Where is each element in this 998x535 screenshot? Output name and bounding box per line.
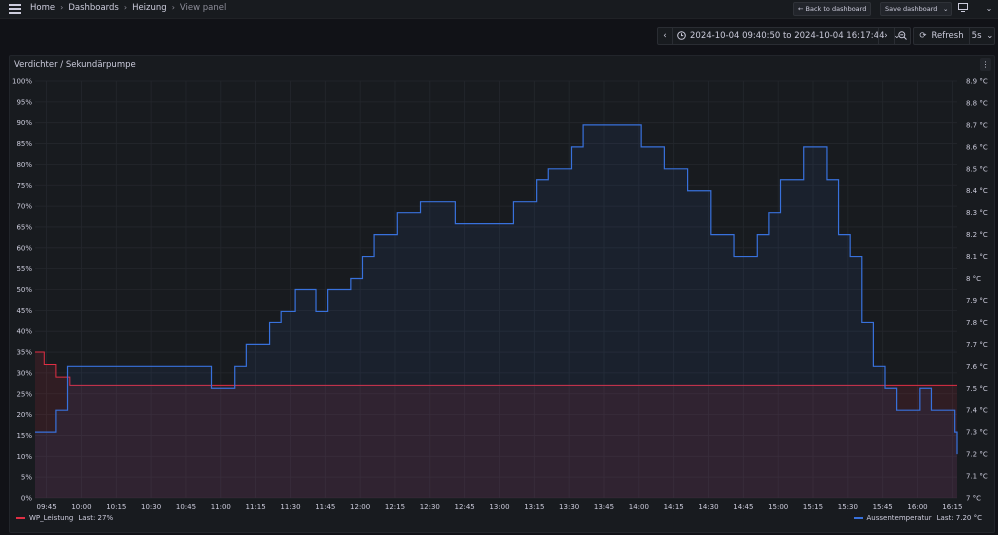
y-right-tick-label: 8.3 °C — [966, 209, 988, 217]
legend-item-wp-leistung[interactable]: WP_Leistung Last: 27% — [16, 514, 113, 522]
x-tick-label: 16:15 — [942, 503, 962, 511]
legend-swatch — [853, 517, 863, 519]
y-left-tick-label: 95% — [16, 98, 32, 106]
x-tick-label: 12:15 — [385, 503, 405, 511]
x-tick-label: 11:30 — [280, 503, 300, 511]
y-left-tick-label: 40% — [16, 328, 32, 336]
legend-last-value: Last: 7.20 °C — [936, 514, 982, 522]
y-right-tick-label: 7.9 °C — [966, 297, 988, 305]
y-right-tick-label: 7.8 °C — [966, 319, 988, 327]
x-tick-label: 14:45 — [733, 503, 753, 511]
y-right-tick-label: 8.4 °C — [966, 187, 988, 195]
y-left-tick-label: 55% — [16, 265, 32, 273]
y-left-tick-label: 85% — [16, 140, 32, 148]
y-right-tick-label: 8.9 °C — [966, 78, 988, 86]
x-tick-label: 10:45 — [176, 503, 196, 511]
x-tick-label: 13:00 — [489, 503, 509, 511]
y-left-tick-label: 15% — [16, 432, 32, 440]
x-tick-label: 10:00 — [71, 503, 91, 511]
y-left-tick-label: 5% — [21, 474, 32, 482]
y-right-tick-label: 7.6 °C — [966, 363, 988, 371]
y-right-tick-label: 8.5 °C — [966, 165, 988, 173]
legend-item-aussentemperatur[interactable]: Aussentemperatur Last: 7.20 °C — [853, 514, 982, 522]
y-left-tick-label: 80% — [16, 161, 32, 169]
y-left-tick-label: 65% — [16, 223, 32, 231]
y-left-tick-label: 75% — [16, 182, 32, 190]
y-right-tick-label: 7.1 °C — [966, 473, 988, 481]
y-left-tick-label: 50% — [16, 286, 32, 294]
y-left-tick-label: 35% — [16, 349, 32, 357]
x-tick-label: 14:00 — [629, 503, 649, 511]
x-tick-label: 11:15 — [246, 503, 266, 511]
y-right-tick-label: 8.7 °C — [966, 121, 988, 129]
x-tick-label: 15:30 — [838, 503, 858, 511]
y-left-tick-label: 60% — [16, 244, 32, 252]
x-tick-label: 15:00 — [768, 503, 788, 511]
x-tick-label: 13:15 — [524, 503, 544, 511]
y-left-tick-label: 90% — [16, 119, 32, 127]
y-right-tick-label: 8 °C — [966, 275, 981, 283]
x-tick-label: 12:00 — [350, 503, 370, 511]
legend-last-value: Last: 27% — [78, 514, 114, 522]
legend-series-name: WP_Leistung — [29, 514, 74, 522]
x-tick-label: 15:15 — [803, 503, 823, 511]
y-left-tick-label: 20% — [16, 411, 32, 419]
y-left-tick-label: 30% — [16, 369, 32, 377]
x-tick-label: 13:30 — [559, 503, 579, 511]
series-area-aussentemperatur — [35, 124, 957, 498]
x-tick-label: 11:00 — [211, 503, 231, 511]
y-left-tick-label: 70% — [16, 203, 32, 211]
y-left-tick-label: 25% — [16, 390, 32, 398]
y-right-tick-label: 8.2 °C — [966, 231, 988, 239]
x-tick-label: 15:45 — [873, 503, 893, 511]
x-tick-label: 12:45 — [455, 503, 475, 511]
x-tick-label: 09:45 — [37, 503, 57, 511]
x-tick-label: 10:15 — [106, 503, 126, 511]
x-tick-label: 10:30 — [141, 503, 161, 511]
y-right-tick-label: 8.8 °C — [966, 99, 988, 107]
x-tick-label: 12:30 — [420, 503, 440, 511]
time-series-chart[interactable]: 0% 5% 10% 15% 20% 25% 30% 35% 40% 45% 50% 55% 60% 65%… — [0, 0, 998, 535]
legend-swatch — [16, 517, 25, 519]
y-right-tick-label: 7.2 °C — [966, 451, 988, 459]
y-right-tick-label: 7.3 °C — [966, 429, 988, 437]
x-tick-label: 11:45 — [315, 503, 335, 511]
y-right-tick-label: 8.6 °C — [966, 143, 988, 151]
x-tick-label: 14:30 — [698, 503, 718, 511]
y-right-tick-label: 7.5 °C — [966, 385, 988, 393]
y-right-tick-label: 7.4 °C — [966, 407, 988, 415]
y-left-tick-label: 0% — [21, 495, 32, 503]
x-tick-label: 16:00 — [907, 503, 927, 511]
y-left-tick-label: 100% — [12, 78, 32, 86]
y-left-tick-label: 10% — [16, 453, 32, 461]
x-tick-label: 13:45 — [594, 503, 614, 511]
y-right-tick-label: 7 °C — [966, 495, 981, 503]
x-tick-label: 14:15 — [664, 503, 684, 511]
y-right-tick-label: 8.1 °C — [966, 253, 988, 261]
legend-series-name: Aussentemperatur — [866, 514, 932, 522]
y-right-tick-label: 7.7 °C — [966, 341, 988, 349]
y-left-tick-label: 45% — [16, 307, 32, 315]
